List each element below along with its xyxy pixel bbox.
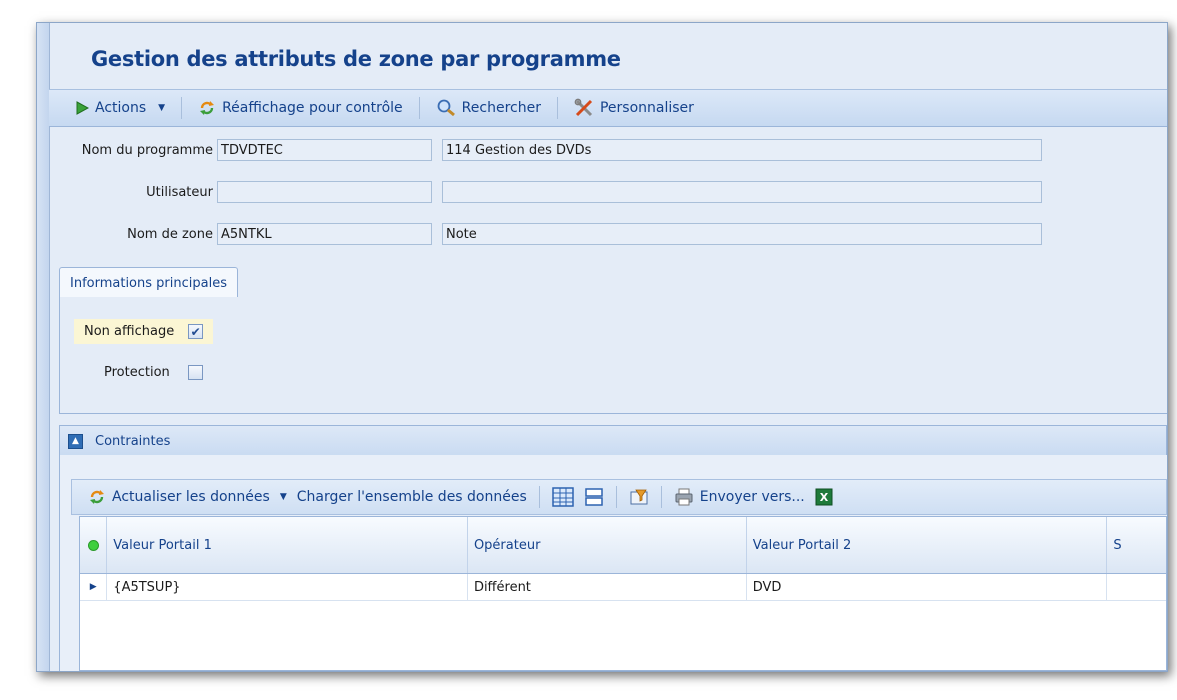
row-pointer-icon: ▶	[89, 582, 97, 592]
check-icon: ✔	[190, 324, 201, 339]
toolbar-separator	[538, 486, 540, 508]
toolbar-separator	[556, 97, 558, 119]
zone-row: Nom de zone A5NTKL Note	[37, 223, 1042, 245]
load-all-button[interactable]: Charger l'ensemble des données	[295, 484, 529, 510]
program-code-field[interactable]: TDVDTEC	[217, 139, 432, 161]
search-label: Rechercher	[461, 100, 541, 116]
refresh-icon	[88, 488, 106, 506]
protection-row: Protection	[104, 365, 203, 380]
tab-panel: Non affichage ✔ Protection	[59, 297, 1167, 414]
actions-button[interactable]: Actions ▼	[69, 95, 171, 121]
search-icon	[436, 99, 456, 117]
constraints-grid: Valeur Portail 1 Opérateur Valeur Portai…	[79, 516, 1167, 671]
program-description-field[interactable]: 114 Gestion des DVDs	[442, 139, 1042, 161]
table-cell[interactable]: {A5TSUP}	[107, 574, 468, 600]
send-to-button[interactable]: Envoyer vers...	[672, 484, 807, 510]
svg-text:X: X	[820, 491, 829, 504]
filter-icon	[629, 488, 649, 506]
actions-label: Actions	[95, 100, 147, 116]
protection-checkbox[interactable]	[187, 365, 203, 380]
table-row[interactable]: ▶ {A5TSUP} Différent DVD	[80, 574, 1166, 601]
card-view-button[interactable]	[582, 484, 606, 510]
load-all-label: Charger l'ensemble des données	[296, 489, 527, 505]
user-code-field[interactable]	[217, 181, 432, 203]
zone-code-field[interactable]: A5NTKL	[217, 223, 432, 245]
chevron-down-icon: ▼	[279, 492, 287, 502]
excel-icon: X	[815, 488, 833, 506]
collapse-icon[interactable]: ▲	[68, 433, 83, 449]
grid-header: Valeur Portail 1 Opérateur Valeur Portai…	[80, 517, 1166, 574]
main-toolbar: Actions ▼ Réaffichage pour contrôle Rech…	[49, 89, 1167, 127]
program-row: Nom du programme TDVDTEC 114 Gestion des…	[37, 139, 1042, 161]
tab-strip: Informations principales	[59, 267, 1167, 298]
row-indicator: ▶	[80, 574, 108, 600]
user-label: Utilisateur	[146, 184, 213, 200]
grid-toolbar: Actualiser les données ▼ Charger l'ensem…	[71, 479, 1167, 515]
search-button[interactable]: Rechercher	[430, 95, 547, 121]
refresh-icon	[198, 99, 216, 117]
send-to-label: Envoyer vers...	[699, 489, 805, 505]
toolbar-separator	[418, 97, 420, 119]
actualiser-button[interactable]: Actualiser les données ▼	[86, 484, 289, 510]
non-affichage-row: Non affichage ✔	[74, 319, 214, 344]
printer-icon	[674, 488, 694, 506]
table-cell[interactable]: DVD	[747, 574, 1108, 600]
page-title: Gestion des attributs de zone par progra…	[91, 47, 621, 71]
cards-icon	[584, 487, 604, 507]
column-header[interactable]: S	[1107, 517, 1166, 573]
grid-view-button[interactable]	[550, 484, 576, 510]
section-title: Contraintes	[95, 433, 171, 449]
toolbar-separator	[615, 486, 617, 508]
column-header[interactable]: Opérateur	[468, 517, 747, 573]
table-cell[interactable]	[1107, 574, 1166, 600]
actualiser-label: Actualiser les données	[112, 489, 270, 505]
protection-label: Protection	[104, 365, 170, 380]
chevron-down-icon: ▼	[158, 103, 166, 113]
zone-description-field[interactable]: Note	[442, 223, 1042, 245]
header-indicator	[80, 517, 108, 573]
toolbar-separator	[181, 97, 183, 119]
refresh-label: Réaffichage pour contrôle	[222, 100, 403, 116]
zone-label: Nom de zone	[127, 226, 213, 242]
toolbar-separator	[660, 486, 662, 508]
column-header[interactable]: Valeur Portail 2	[747, 517, 1108, 573]
user-description-field[interactable]	[442, 181, 1042, 203]
main-window: Gestion des attributs de zone par progra…	[36, 22, 1168, 672]
play-icon	[75, 101, 89, 115]
program-label: Nom du programme	[81, 142, 213, 158]
refresh-button[interactable]: Réaffichage pour contrôle	[192, 95, 409, 121]
column-header[interactable]: Valeur Portail 1	[107, 517, 468, 573]
contraintes-header[interactable]: ▲ Contraintes	[59, 425, 1167, 457]
non-affichage-checkbox[interactable]: ✔	[188, 324, 204, 339]
user-row: Utilisateur	[37, 181, 1042, 203]
tools-icon	[574, 98, 594, 118]
filter-button[interactable]	[627, 484, 651, 510]
excel-button[interactable]: X	[813, 484, 835, 510]
status-dot-icon	[87, 539, 99, 551]
table-icon	[552, 487, 574, 507]
table-cell[interactable]: Différent	[468, 574, 747, 600]
customize-label: Personnaliser	[599, 100, 694, 116]
non-affichage-label: Non affichage	[84, 324, 175, 339]
tab-informations-principales[interactable]: Informations principales	[59, 267, 238, 298]
customize-button[interactable]: Personnaliser	[568, 95, 700, 121]
